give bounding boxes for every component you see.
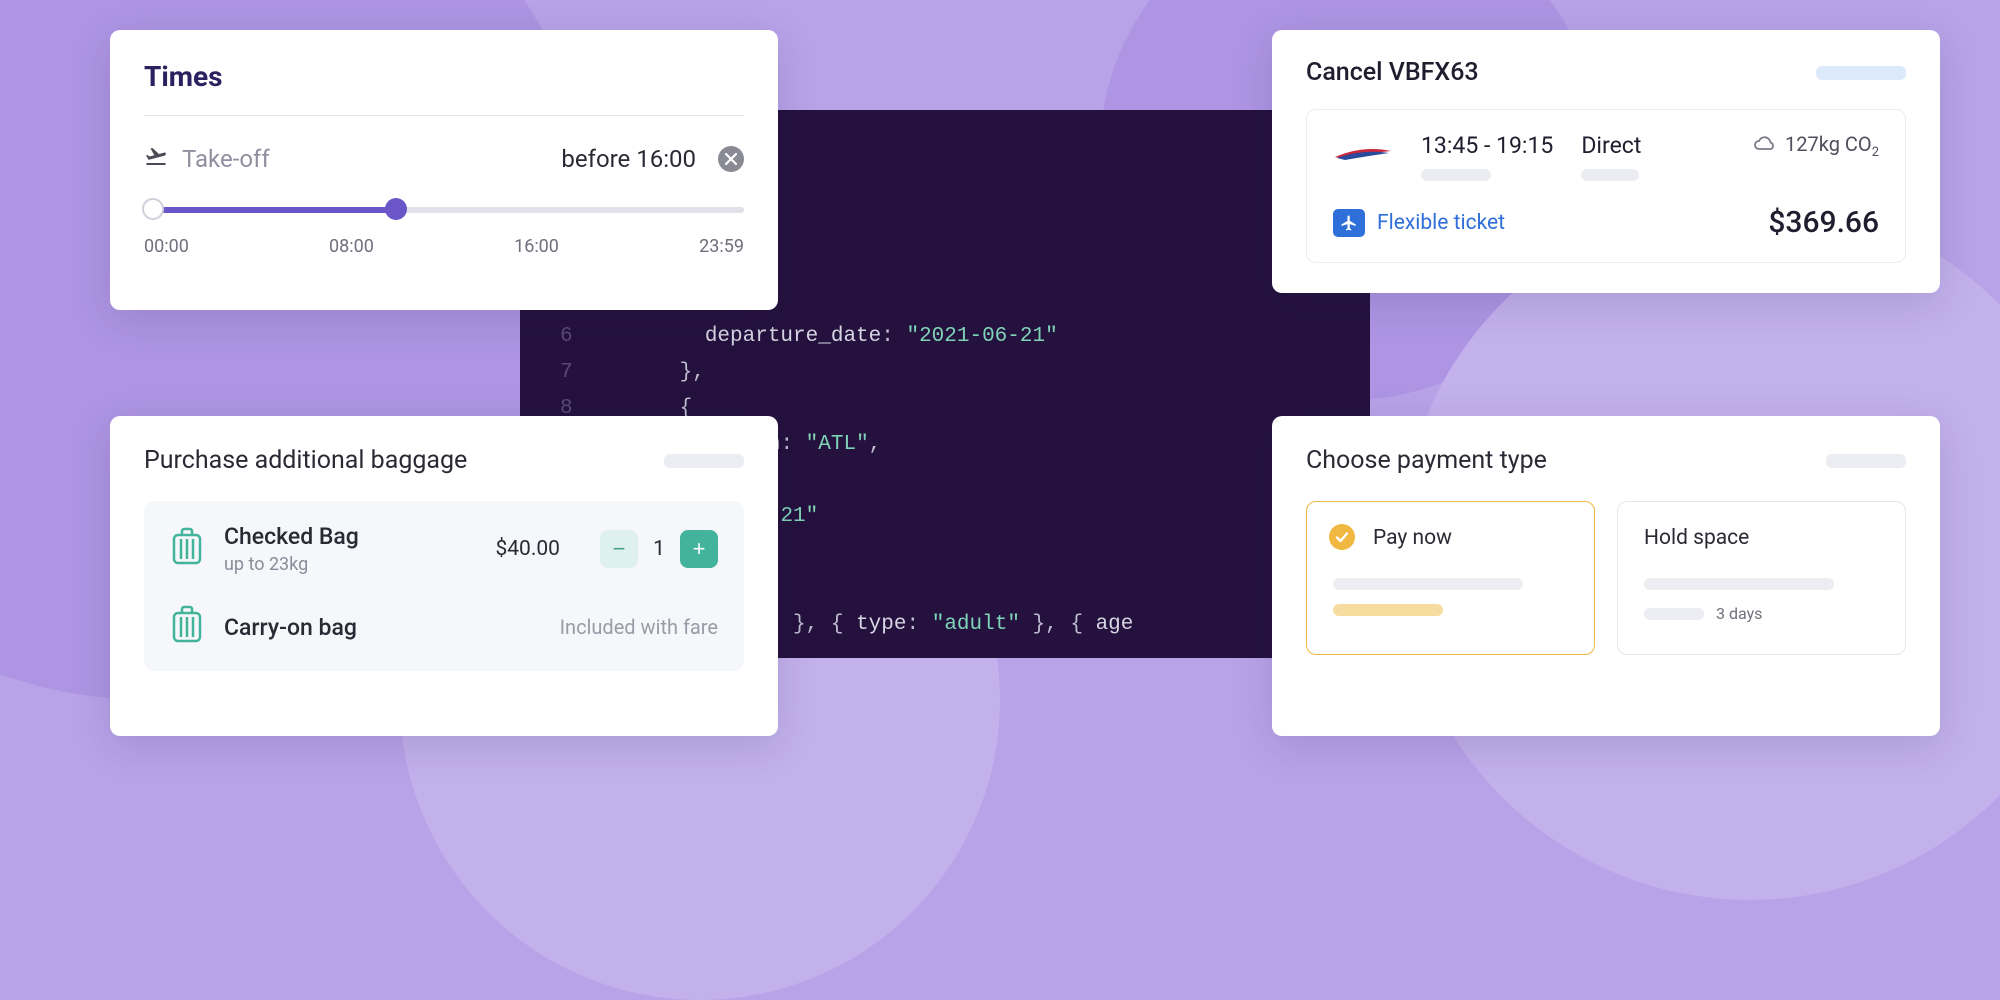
slider-tick: 08:00	[329, 236, 374, 257]
baggage-title: Purchase additional baggage	[144, 446, 467, 475]
slider-thumb-start[interactable]	[142, 198, 164, 220]
divider	[144, 115, 744, 116]
flight-summary: 13:45 - 19:15 Direct 127kg CO2 Flexible …	[1306, 109, 1906, 263]
pay-now-label: Pay now	[1373, 526, 1568, 550]
increment-button[interactable]: +	[680, 530, 718, 568]
slider-tick: 00:00	[144, 236, 189, 257]
cancel-booking-card: Cancel VBFX63 13:45 - 19:15 Direct 127kg…	[1272, 30, 1940, 293]
check-icon	[1329, 524, 1355, 550]
suitcase-icon	[170, 605, 204, 649]
clear-time-button[interactable]	[718, 146, 744, 172]
hold-space-option[interactable]: Hold space 3 days	[1617, 501, 1906, 655]
quantity-value: 1	[652, 537, 666, 561]
carry-on-row: Carry-on bag Included with fare	[170, 605, 718, 649]
slider-tick: 16:00	[514, 236, 559, 257]
hold-space-label: Hold space	[1644, 526, 1879, 550]
co2-value: 127kg CO	[1785, 132, 1872, 156]
skeleton-line	[1644, 608, 1704, 620]
skeleton-line	[1421, 169, 1491, 181]
checked-bag-price: $40.00	[495, 537, 560, 561]
times-filter-card: Times Take-off before 16:00 00:00 08:00 …	[110, 30, 778, 310]
skeleton-line	[1581, 169, 1639, 181]
time-slider[interactable]	[144, 198, 744, 222]
skeleton-line	[1826, 454, 1906, 468]
hold-days: 3 days	[1716, 604, 1762, 623]
flight-times: 13:45 - 19:15	[1421, 132, 1553, 159]
airline-logo	[1333, 138, 1393, 168]
slider-fill	[144, 207, 396, 213]
suitcase-icon	[170, 527, 204, 571]
cloud-icon	[1753, 134, 1777, 158]
flight-stops: Direct	[1581, 132, 1641, 159]
payment-title: Choose payment type	[1306, 446, 1547, 475]
code-line: 6 departure_date: "2021-06-21"	[560, 319, 1330, 355]
co2-emissions: 127kg CO2	[1753, 132, 1879, 160]
carry-on-note: Included with fare	[560, 615, 718, 639]
carry-on-name: Carry-on bag	[224, 614, 357, 641]
checked-bag-sub: up to 23kg	[224, 554, 359, 575]
checked-bag-name: Checked Bag	[224, 523, 359, 550]
skeleton-line	[1333, 604, 1443, 616]
decrement-button[interactable]: −	[600, 530, 638, 568]
slider-tick-labels: 00:00 08:00 16:00 23:59	[144, 236, 744, 257]
skeleton-line	[1333, 578, 1523, 590]
pay-now-option[interactable]: Pay now	[1306, 501, 1595, 655]
flexible-ticket-badge[interactable]: Flexible ticket	[1333, 209, 1505, 237]
takeoff-icon	[144, 144, 168, 174]
code-line: 7 },	[560, 355, 1330, 391]
skeleton-line	[664, 454, 744, 468]
times-title: Times	[144, 60, 744, 93]
baggage-card: Purchase additional baggage Checked Bag …	[110, 416, 778, 736]
plane-icon	[1333, 209, 1365, 237]
takeoff-label: Take-off	[182, 145, 547, 173]
slider-tick: 23:59	[699, 236, 744, 257]
flight-price: $369.66	[1768, 205, 1879, 240]
skeleton-line	[1644, 578, 1834, 590]
takeoff-value: before 16:00	[561, 145, 696, 173]
cancel-title: Cancel VBFX63	[1306, 58, 1479, 87]
payment-type-card: Choose payment type Pay now Hold space 3…	[1272, 416, 1940, 736]
flexible-ticket-label: Flexible ticket	[1377, 211, 1505, 235]
skeleton-line	[1816, 66, 1906, 80]
slider-thumb-end[interactable]	[385, 198, 407, 220]
co2-sub: 2	[1872, 145, 1879, 160]
takeoff-row: Take-off before 16:00	[144, 144, 744, 174]
quantity-stepper: − 1 +	[600, 530, 718, 568]
checked-bag-row: Checked Bag up to 23kg $40.00 − 1 +	[170, 523, 718, 575]
